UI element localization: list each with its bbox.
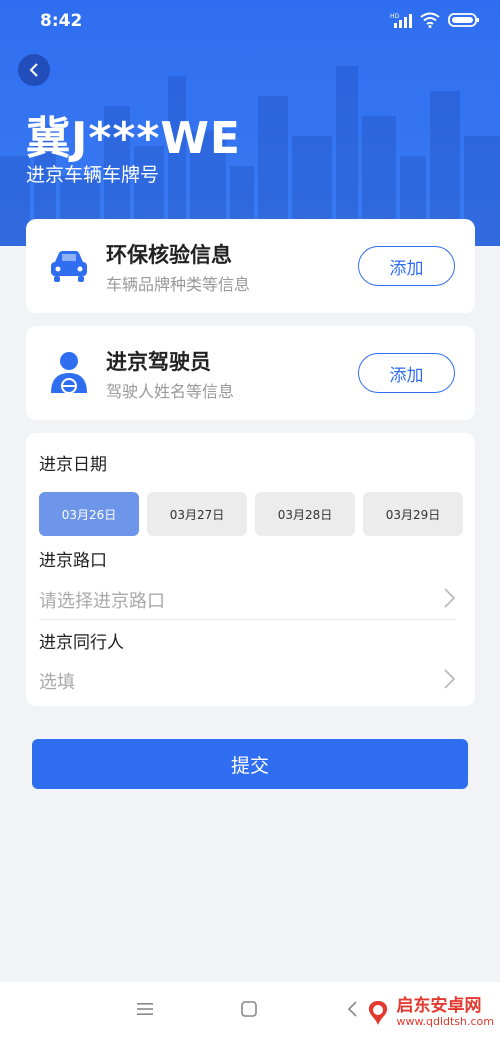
card-description: 车辆品牌种类等信息 xyxy=(106,275,251,294)
site-watermark: 启东安卓网 www.qdldtsh.com xyxy=(363,996,495,1029)
chevron-left-icon xyxy=(29,63,38,77)
entry-form-card: 进京日期 03月26日 03月27日 03月28日 03月29日 进京路口 请选… xyxy=(26,433,475,706)
date-chip[interactable]: 03月28日 xyxy=(255,492,355,536)
back-nav-icon[interactable] xyxy=(346,1000,360,1022)
license-plate-title: 冀J***WE xyxy=(26,113,241,164)
watermark-logo-icon xyxy=(368,1001,387,1025)
date-chip[interactable]: 03月29日 xyxy=(363,492,463,536)
entry-checkpoint-select[interactable]: 请选择进京路口 xyxy=(39,579,456,619)
watermark-url: www.qdldtsh.com xyxy=(396,1015,495,1029)
svg-text:HD: HD xyxy=(390,13,400,20)
date-chip-selected[interactable]: 03月26日 xyxy=(39,492,139,536)
wifi-icon xyxy=(420,12,440,33)
chevron-right-icon xyxy=(442,668,456,694)
divider xyxy=(39,619,456,620)
entry-date-label: 进京日期 xyxy=(39,455,107,475)
driver-icon xyxy=(44,348,94,398)
companion-label: 进京同行人 xyxy=(39,633,124,653)
chevron-right-icon xyxy=(442,587,456,613)
header-banner: 8:42 HD 冀J***WE 进京车辆车牌号 xyxy=(0,0,500,246)
card-title: 环保核验信息 xyxy=(106,243,232,267)
status-time: 8:42 xyxy=(40,11,83,31)
menu-icon[interactable] xyxy=(136,1000,154,1022)
add-driver-button[interactable]: 添加 xyxy=(358,353,455,393)
car-icon xyxy=(44,241,94,291)
date-chip[interactable]: 03月27日 xyxy=(147,492,247,536)
battery-icon xyxy=(448,12,480,33)
companion-placeholder: 选填 xyxy=(39,672,75,693)
signal-icon: HD xyxy=(390,12,412,33)
driver-info-card: 进京驾驶员 驾驶人姓名等信息 添加 xyxy=(26,326,475,420)
entry-checkpoint-placeholder: 请选择进京路口 xyxy=(39,591,165,612)
vehicle-info-card: 环保核验信息 车辆品牌种类等信息 添加 xyxy=(26,219,475,313)
status-icons: HD xyxy=(390,12,480,33)
card-description: 驾驶人姓名等信息 xyxy=(106,382,235,401)
card-title: 进京驾驶员 xyxy=(106,350,211,374)
back-button[interactable] xyxy=(18,54,50,86)
plate-subtitle: 进京车辆车牌号 xyxy=(26,164,160,186)
submit-button[interactable]: 提交 xyxy=(32,739,468,789)
status-bar: 8:42 HD xyxy=(0,0,500,42)
entry-checkpoint-label: 进京路口 xyxy=(39,551,107,571)
add-vehicle-info-button[interactable]: 添加 xyxy=(358,246,455,286)
watermark-title: 启东安卓网 xyxy=(396,996,482,1017)
home-icon[interactable] xyxy=(240,1000,258,1022)
date-selector: 03月26日 03月27日 03月28日 03月29日 xyxy=(39,492,463,536)
companion-select[interactable]: 选填 xyxy=(39,660,456,700)
